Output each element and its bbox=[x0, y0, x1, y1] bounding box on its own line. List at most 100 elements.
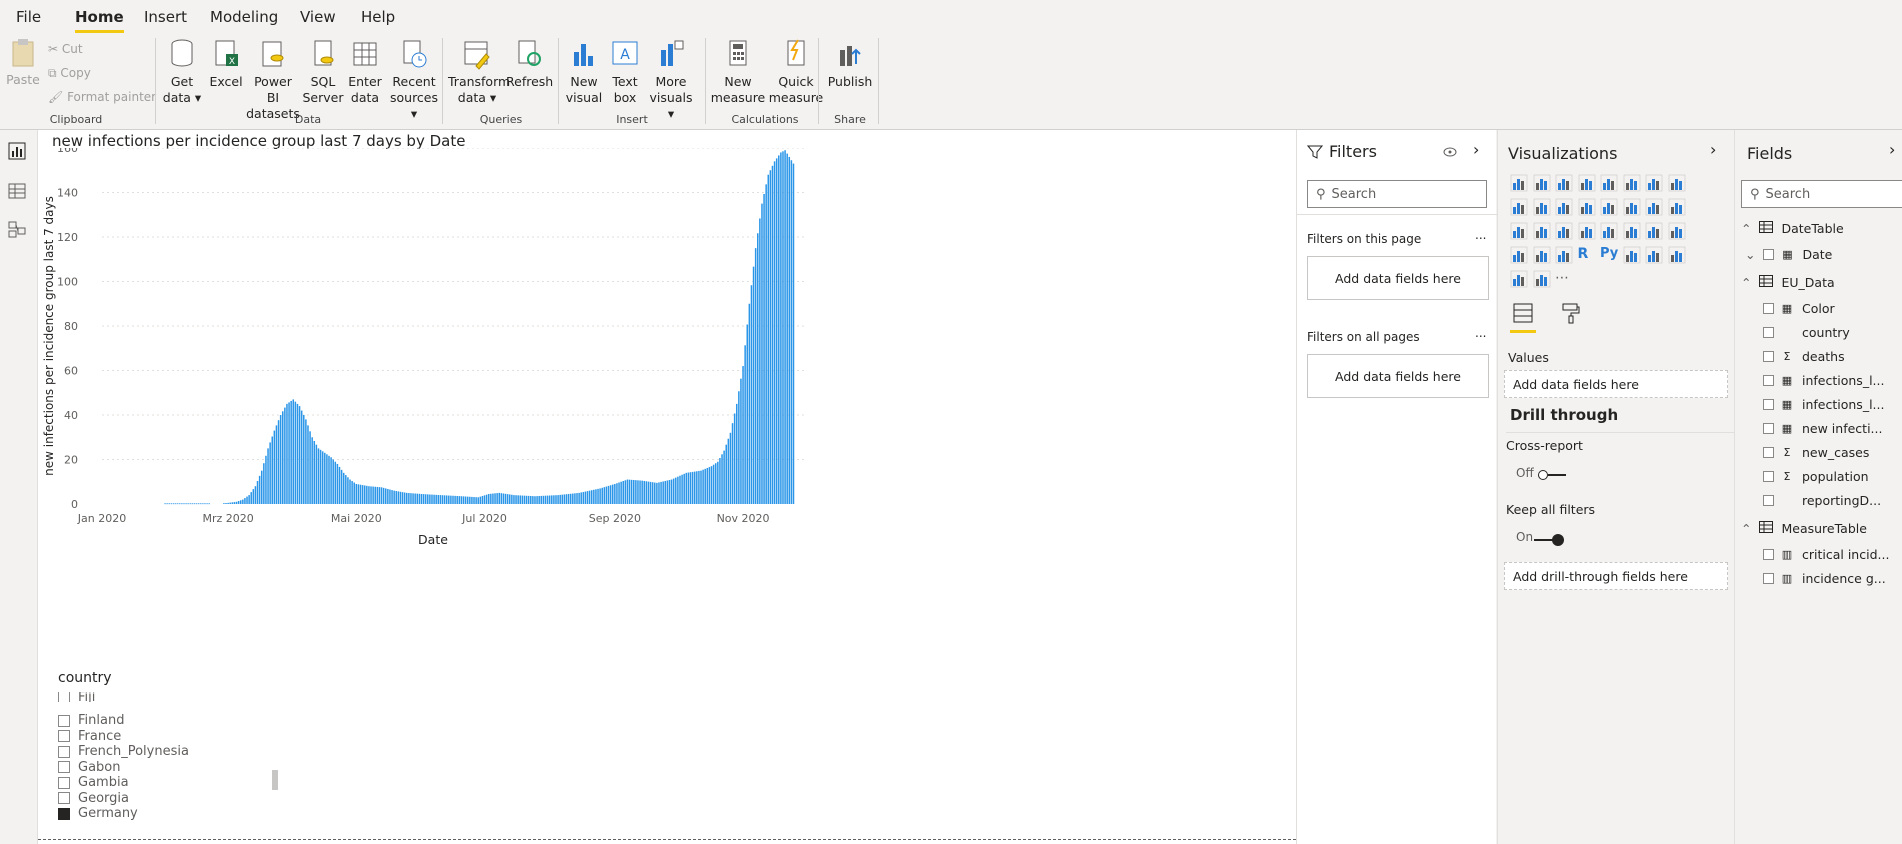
bar[interactable] bbox=[439, 495, 442, 504]
get-data-button[interactable]: Get data ▾ bbox=[162, 38, 202, 106]
bar[interactable] bbox=[225, 503, 227, 504]
field-checkbox[interactable] bbox=[1763, 350, 1774, 362]
bar[interactable] bbox=[702, 469, 704, 504]
bar[interactable] bbox=[502, 493, 505, 504]
bar[interactable] bbox=[416, 493, 419, 504]
bar[interactable] bbox=[511, 494, 513, 504]
bar[interactable] bbox=[632, 480, 635, 504]
field-item[interactable]: ⌄ ▦ Date bbox=[1745, 244, 1832, 264]
data-view-icon[interactable] bbox=[8, 182, 26, 200]
bar[interactable] bbox=[292, 399, 295, 504]
slicer-item[interactable]: Germany bbox=[58, 805, 138, 823]
bar[interactable] bbox=[616, 483, 618, 504]
bar[interactable] bbox=[189, 503, 192, 505]
report-view-icon[interactable] bbox=[8, 142, 26, 160]
bar[interactable] bbox=[494, 493, 496, 504]
values-dropzone[interactable]: Add data fields here bbox=[1504, 370, 1728, 398]
line-column-visual-icon[interactable] bbox=[1533, 198, 1553, 218]
r-visual-visual-icon[interactable]: R bbox=[1578, 246, 1598, 266]
bar[interactable] bbox=[233, 502, 236, 504]
bar[interactable] bbox=[557, 495, 559, 504]
bar[interactable] bbox=[319, 449, 322, 504]
slicer-item[interactable]: Fiji bbox=[58, 692, 95, 702]
bar[interactable] bbox=[595, 489, 597, 504]
paste-button[interactable]: Paste bbox=[6, 38, 40, 88]
stacked-area-visual-icon[interactable] bbox=[1510, 198, 1530, 218]
bar[interactable] bbox=[227, 502, 229, 504]
field-item[interactable]: reportingD... bbox=[1763, 490, 1881, 510]
bar[interactable] bbox=[260, 470, 263, 504]
bar[interactable] bbox=[389, 489, 391, 504]
bar[interactable] bbox=[565, 494, 568, 504]
bar[interactable] bbox=[780, 152, 782, 504]
bar[interactable] bbox=[675, 477, 677, 504]
field-item[interactable]: country bbox=[1763, 322, 1850, 342]
bar[interactable] bbox=[206, 503, 208, 505]
eye-icon[interactable] bbox=[1443, 146, 1457, 158]
bar[interactable] bbox=[391, 490, 393, 504]
bar[interactable] bbox=[530, 495, 532, 504]
field-item[interactable]: ▦ new infecti... bbox=[1763, 418, 1882, 438]
bar[interactable] bbox=[708, 467, 711, 504]
bar[interactable] bbox=[403, 492, 406, 504]
bar[interactable] bbox=[235, 501, 238, 504]
checkbox[interactable] bbox=[58, 692, 70, 702]
bar[interactable] bbox=[286, 403, 288, 504]
format-painter-button[interactable]: 🖌 Format painter bbox=[48, 90, 156, 104]
bar[interactable] bbox=[508, 494, 511, 504]
bar[interactable] bbox=[250, 492, 252, 504]
field-item[interactable]: ▦ infections_l... bbox=[1763, 370, 1884, 390]
chevron-down-icon[interactable]: ⌄ bbox=[1745, 247, 1755, 262]
bar[interactable] bbox=[721, 454, 723, 504]
bar[interactable] bbox=[651, 482, 654, 504]
bar[interactable] bbox=[532, 496, 534, 504]
bar[interactable] bbox=[717, 461, 719, 504]
collapse-fields-icon[interactable]: › bbox=[1889, 140, 1895, 159]
bar[interactable] bbox=[704, 468, 706, 504]
bar[interactable] bbox=[700, 470, 702, 504]
fields-table-row[interactable]: ⌃ DateTable bbox=[1741, 218, 1844, 238]
cut-button[interactable]: ✂ Cut bbox=[48, 42, 83, 56]
collapse-viz-icon[interactable]: › bbox=[1710, 140, 1716, 159]
bar[interactable] bbox=[683, 473, 685, 504]
bar[interactable] bbox=[597, 488, 599, 504]
bar[interactable] bbox=[498, 492, 500, 504]
bar[interactable] bbox=[496, 493, 498, 504]
filters-all-dropzone[interactable]: Add data fields here bbox=[1307, 354, 1489, 398]
checkbox[interactable] bbox=[58, 730, 70, 742]
area-visual-icon[interactable] bbox=[1668, 174, 1688, 194]
bar[interactable] bbox=[340, 469, 343, 504]
bar[interactable] bbox=[181, 503, 183, 505]
bar[interactable] bbox=[637, 480, 639, 504]
funnel-visual-icon[interactable] bbox=[1623, 198, 1643, 218]
bar[interactable] bbox=[687, 472, 690, 504]
bar[interactable] bbox=[538, 496, 540, 504]
menu-home[interactable]: Home bbox=[75, 8, 124, 33]
bar[interactable] bbox=[414, 493, 416, 504]
bar[interactable] bbox=[357, 484, 360, 504]
bar[interactable] bbox=[437, 494, 440, 504]
bar[interactable] bbox=[534, 496, 536, 504]
bar[interactable] bbox=[277, 420, 280, 504]
bar[interactable] bbox=[359, 484, 362, 504]
bar[interactable] bbox=[309, 431, 311, 504]
bar[interactable] bbox=[645, 481, 648, 504]
bar[interactable] bbox=[481, 495, 484, 504]
bar[interactable] bbox=[582, 491, 585, 504]
menu-view[interactable]: View bbox=[300, 8, 336, 26]
decomposition-tree-visual-icon[interactable] bbox=[1645, 246, 1665, 266]
bar[interactable] bbox=[237, 501, 240, 504]
field-item[interactable]: Σdeaths bbox=[1763, 346, 1845, 366]
bar[interactable] bbox=[521, 495, 524, 504]
bar[interactable] bbox=[477, 497, 479, 504]
bar[interactable] bbox=[195, 503, 198, 505]
bar[interactable] bbox=[778, 155, 780, 504]
bar[interactable] bbox=[303, 415, 305, 504]
bar[interactable] bbox=[464, 496, 467, 504]
ribbon-visual-icon[interactable] bbox=[1578, 198, 1598, 218]
table-visual-icon[interactable] bbox=[1533, 246, 1553, 266]
bar[interactable] bbox=[790, 160, 793, 505]
bar[interactable] bbox=[475, 497, 477, 504]
power-bi-datasets-button[interactable]: Power BI datasets bbox=[246, 38, 300, 122]
bar[interactable] bbox=[761, 203, 763, 504]
